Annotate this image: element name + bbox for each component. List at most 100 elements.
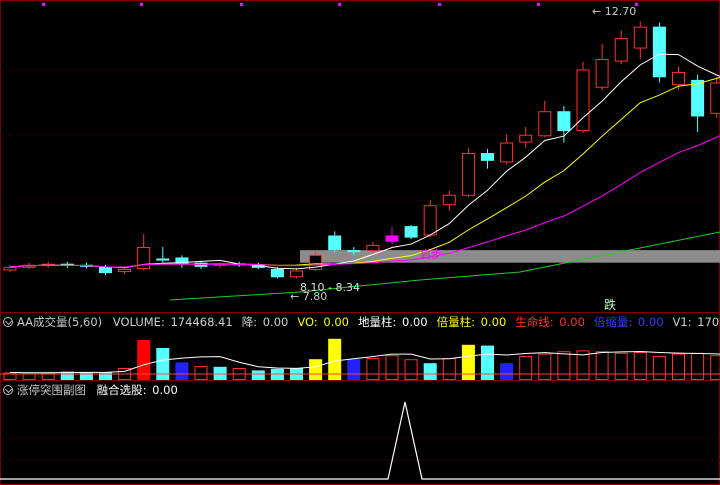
tick-dot xyxy=(140,3,143,6)
candle-body xyxy=(691,79,705,117)
candle-body xyxy=(710,82,720,114)
candle-body xyxy=(423,205,437,236)
field-value: 0.00 xyxy=(555,315,585,329)
field-value: 0.00 xyxy=(148,383,178,397)
indicator-field: VO: 0.00 xyxy=(297,315,351,329)
field-label: 倍量柱: xyxy=(436,315,475,329)
volume-bar xyxy=(366,358,380,380)
volume-bar xyxy=(652,356,666,380)
candle-body xyxy=(328,235,342,251)
volume-ma-line xyxy=(9,351,720,374)
candle-body xyxy=(557,111,571,132)
volume-bar xyxy=(194,366,208,380)
tick-dot xyxy=(438,3,441,6)
volume-bar xyxy=(538,353,552,381)
field-label: 降: xyxy=(241,315,258,329)
candle-body xyxy=(3,266,17,271)
candle-body xyxy=(270,268,284,278)
field-label: V1: xyxy=(672,315,692,329)
indicator-field: VOLUME: 174468.41 xyxy=(113,315,235,329)
field-value: 0.00 xyxy=(477,315,507,329)
volume-bar xyxy=(519,356,533,380)
indicator-field: 降: 0.00 xyxy=(242,315,291,329)
volume-bar xyxy=(423,363,437,380)
field-value: 0.00 xyxy=(634,315,664,329)
volume-bar xyxy=(404,359,418,381)
volume-bar xyxy=(595,351,609,381)
volume-bar xyxy=(385,355,399,381)
field-value: 170524.59 xyxy=(697,315,720,329)
volume-bar xyxy=(79,372,93,380)
volume-bar xyxy=(691,352,705,380)
low-marker: ← xyxy=(290,290,300,303)
indicator-field: 生命线: 0.00 xyxy=(515,315,587,329)
ma10-line xyxy=(9,77,720,268)
field-value: 0.00 xyxy=(398,315,428,329)
candle-body xyxy=(99,266,112,274)
tick-dot xyxy=(338,3,341,6)
chart-canvas[interactable] xyxy=(0,0,720,485)
candle-body xyxy=(633,26,647,49)
candle-body xyxy=(652,26,666,78)
candle-body xyxy=(366,244,380,252)
candle-body xyxy=(156,258,170,261)
candle-body xyxy=(347,250,361,253)
signal-spike-line xyxy=(0,401,720,480)
field-label: 融合选股: xyxy=(96,383,147,397)
field-value: 0.00 xyxy=(259,315,289,329)
candle-body xyxy=(672,72,685,86)
indicator-field: 地量柱: 0.00 xyxy=(358,315,430,329)
signal-panel-header[interactable]: 涨停突围副图 融合选股: 0.00 xyxy=(0,382,182,398)
volume-indicator-name: AA成交量(5,60) xyxy=(17,315,103,329)
volume-bar xyxy=(309,359,323,380)
field-label: 生命线: xyxy=(515,315,554,329)
volume-bar xyxy=(481,345,494,380)
volume-bar xyxy=(710,355,720,381)
fall-signal-label: 跌 xyxy=(604,298,617,312)
volume-bar xyxy=(500,363,514,380)
volume-bar xyxy=(22,373,36,381)
signal-indicator-name: 涨停突围副图 xyxy=(17,383,86,397)
volume-bar xyxy=(557,351,571,381)
expand-circle-icon[interactable] xyxy=(3,385,13,395)
ma5-line xyxy=(9,53,720,270)
indicator-field: 倍缩量: 0.00 xyxy=(594,315,666,329)
expand-circle-icon[interactable] xyxy=(3,317,13,327)
candle-body xyxy=(442,194,456,206)
chart-frame xyxy=(0,0,720,485)
launch-signal-label: 启步 xyxy=(420,248,442,261)
candle-body xyxy=(481,153,494,161)
volume-bar xyxy=(175,362,189,380)
tick-dot xyxy=(42,3,45,6)
volume-bar xyxy=(347,359,361,380)
field-value: 0.00 xyxy=(319,315,349,329)
support-band xyxy=(300,250,720,263)
candle-body xyxy=(290,270,303,278)
candle-body xyxy=(614,38,628,62)
volume-bar xyxy=(672,353,685,381)
volume-bar xyxy=(461,344,475,380)
field-label: VOLUME: xyxy=(112,315,165,329)
indicator-field: 倍量柱: 0.00 xyxy=(437,315,509,329)
stock-chart-window: ← 12.70 8.10 - 8.34 ← 7.80 启步 跌 AA成交量(5,… xyxy=(0,0,720,485)
volume-bar xyxy=(614,352,628,380)
volume-bar xyxy=(633,352,647,380)
high-marker: ← xyxy=(592,5,602,18)
candle-body xyxy=(595,59,609,88)
volume-panel-header[interactable]: AA成交量(5,60) VOLUME: 174468.41 降: 0.00 VO: … xyxy=(0,314,720,330)
field-label: 地量柱: xyxy=(357,315,397,329)
tick-dot xyxy=(537,3,540,6)
candle-body xyxy=(118,268,132,273)
candle-body xyxy=(538,111,552,137)
volume-bar xyxy=(156,348,170,380)
indicator-field: V1: 170524.59 xyxy=(673,315,720,329)
low-price-label: ← 7.80 xyxy=(290,290,328,303)
field-label: VO: xyxy=(297,315,318,329)
high-price-label: ← 12.70 xyxy=(592,5,637,18)
candle-body xyxy=(385,235,399,242)
volume-bar xyxy=(442,358,456,380)
field-value: 174468.41 xyxy=(166,315,233,329)
volume-bar xyxy=(251,370,265,380)
indicator-field: 融合选股: 0.00 xyxy=(97,383,180,397)
volume-bar xyxy=(213,366,227,380)
